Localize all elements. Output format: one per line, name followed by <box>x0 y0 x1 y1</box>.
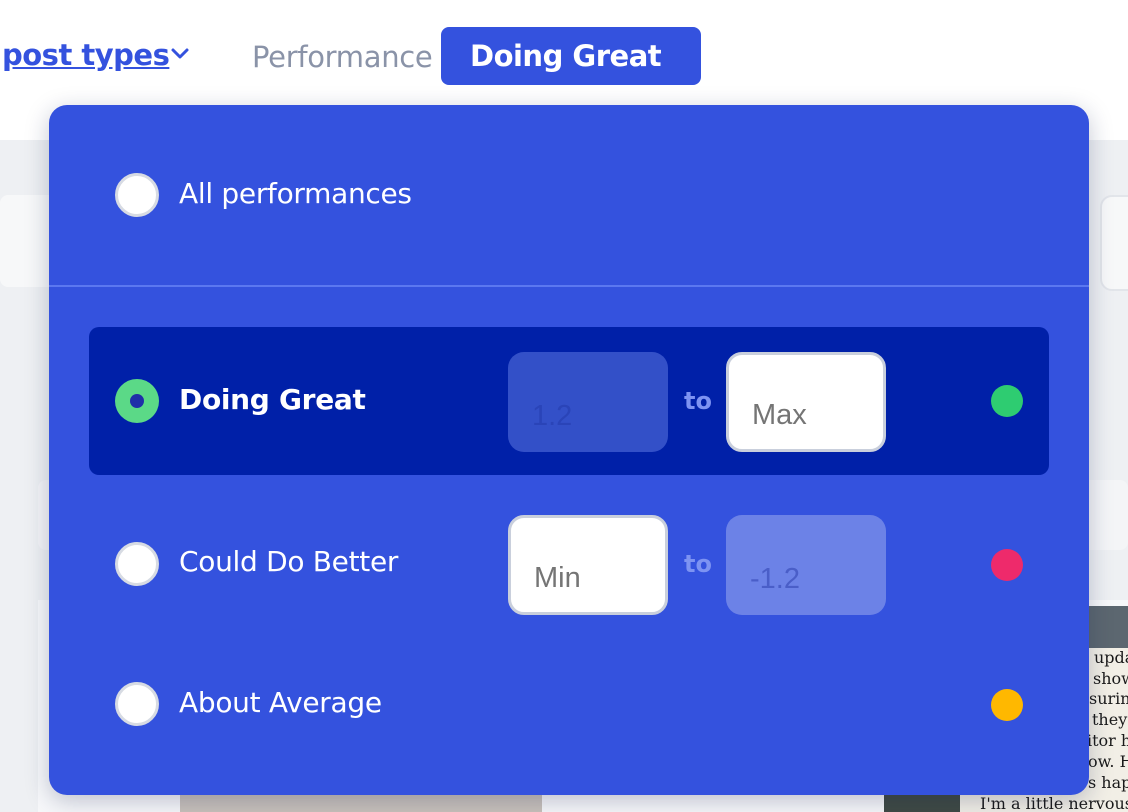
min-value-input <box>508 352 668 452</box>
performance-filter-label: Performance <box>252 40 433 74</box>
article-photo <box>884 792 960 812</box>
option-label: All performances <box>179 177 412 210</box>
status-dot-pink <box>991 549 1023 581</box>
article-text-line: s happ <box>1088 773 1128 792</box>
radio-button[interactable] <box>115 173 159 217</box>
option-label: Could Do Better <box>179 545 399 578</box>
option-could-do-better[interactable]: Could Do Better to <box>49 515 1089 615</box>
chevron-down-icon[interactable] <box>170 44 190 64</box>
status-dot-green <box>991 385 1023 417</box>
range-separator: to <box>684 550 712 578</box>
option-about-average[interactable]: About Average <box>49 677 1089 737</box>
background-search-box <box>1100 195 1128 291</box>
option-doing-great[interactable]: Doing Great to <box>89 327 1049 475</box>
option-label: Doing Great <box>179 383 366 416</box>
article-text-line: I'm a little nervous <box>980 794 1128 812</box>
article-text-line: itor h <box>1087 731 1128 750</box>
article-photo <box>1084 606 1128 648</box>
post-thumbnail <box>180 792 542 812</box>
article-text-line: suring <box>1089 689 1128 708</box>
article-text-line: they <box>1092 710 1128 729</box>
article-text-line: ow. H <box>1088 752 1128 771</box>
min-value-input[interactable] <box>508 515 668 615</box>
max-value-input[interactable] <box>726 352 886 452</box>
option-label: About Average <box>179 686 382 719</box>
divider <box>49 285 1089 287</box>
max-value-input <box>726 515 886 615</box>
article-text-line: upda <box>1094 648 1128 667</box>
article-text-line: show <box>1093 669 1128 688</box>
radio-button[interactable] <box>115 542 159 586</box>
post-types-filter-link[interactable]: post types <box>2 38 170 72</box>
performance-dropdown: All performances Doing Great to Could Do… <box>49 105 1089 795</box>
radio-button-selected[interactable] <box>115 379 159 423</box>
range-separator: to <box>684 387 712 415</box>
status-dot-yellow <box>991 689 1023 721</box>
option-all-performances[interactable]: All performances <box>49 165 1089 225</box>
radio-button[interactable] <box>115 682 159 726</box>
performance-filter-chip[interactable]: Doing Great <box>441 27 701 85</box>
